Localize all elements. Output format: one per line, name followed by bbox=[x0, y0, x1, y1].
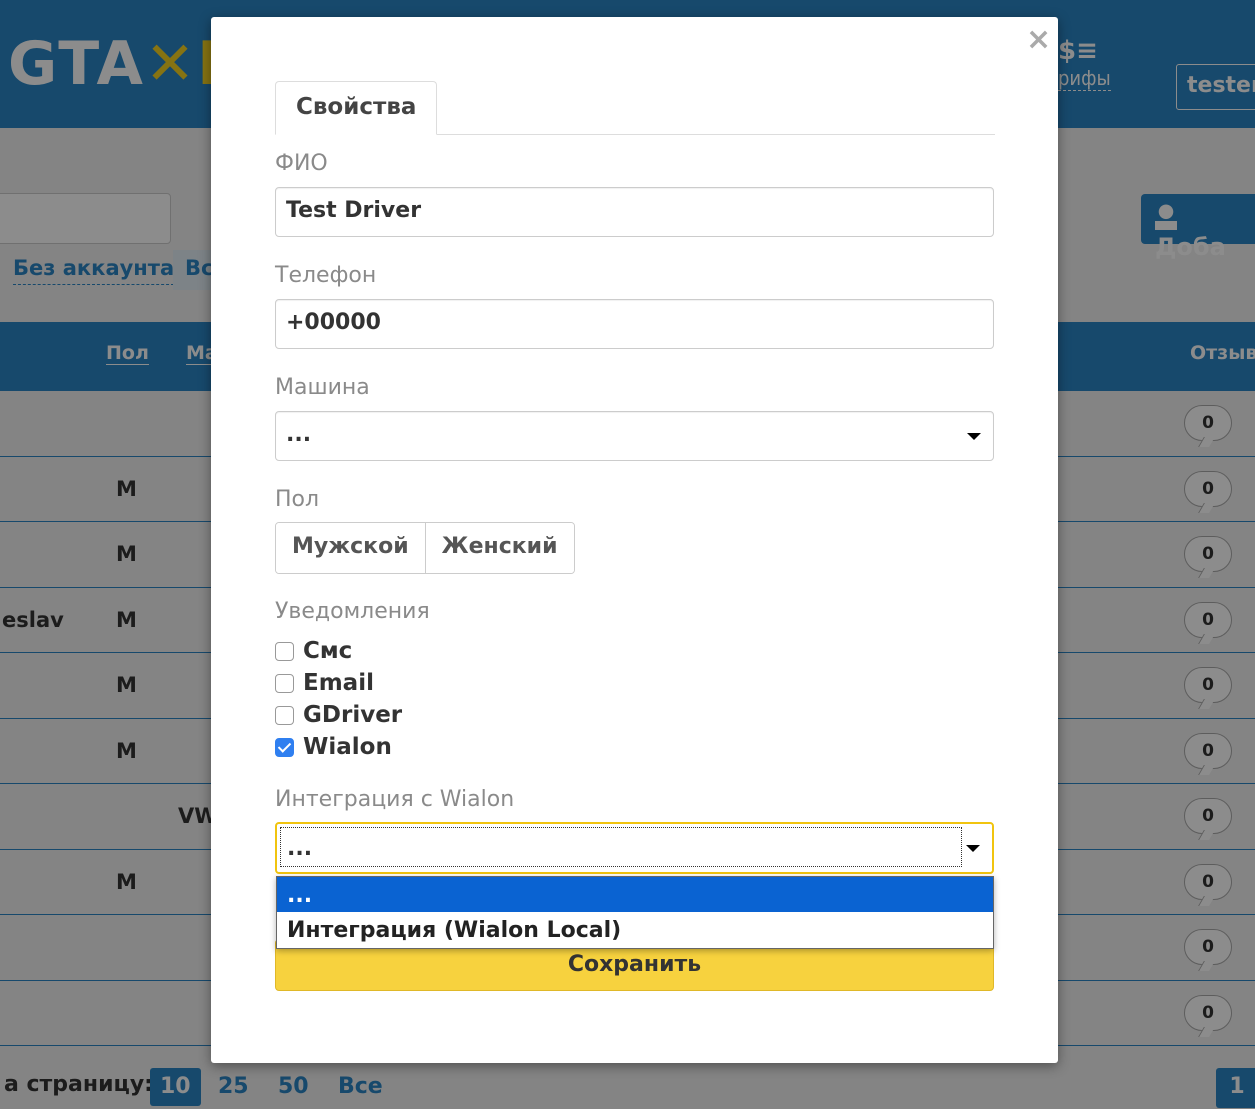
wialon-integration-dropdown: ... Интеграция (Wialon Local) bbox=[276, 876, 994, 949]
notifications-label: Уведомления bbox=[275, 599, 430, 624]
wialon-integration-select[interactable]: ... bbox=[275, 822, 994, 874]
gender-male-button[interactable]: Мужской bbox=[276, 523, 425, 573]
gender-female-button[interactable]: Женский bbox=[424, 523, 574, 573]
phone-input[interactable]: +00000 bbox=[275, 299, 994, 349]
gender-label: Пол bbox=[275, 487, 320, 512]
notify-email-label: Email bbox=[303, 670, 374, 696]
checkbox[interactable] bbox=[275, 673, 294, 693]
notify-email-checkbox[interactable]: Email bbox=[275, 668, 374, 698]
notify-wialon-checkbox[interactable]: Wialon bbox=[275, 732, 392, 762]
phone-label: Телефон bbox=[275, 263, 377, 288]
notify-sms-checkbox[interactable]: Смс bbox=[275, 636, 352, 666]
checkbox-checked[interactable] bbox=[275, 737, 294, 757]
close-icon[interactable]: × bbox=[1026, 25, 1051, 55]
fio-input[interactable]: Test Driver bbox=[275, 187, 994, 237]
checkbox[interactable] bbox=[275, 641, 294, 661]
fio-label: ФИО bbox=[275, 151, 328, 176]
notify-gdriver-label: GDriver bbox=[303, 702, 403, 728]
dropdown-option-wialon-local[interactable]: Интеграция (Wialon Local) bbox=[277, 912, 993, 947]
car-select-value: ... bbox=[286, 422, 312, 447]
checkbox[interactable] bbox=[275, 705, 294, 725]
modal-tabs: Свойства bbox=[275, 81, 995, 135]
notify-sms-label: Смс bbox=[303, 638, 353, 664]
notify-gdriver-checkbox[interactable]: GDriver bbox=[275, 700, 402, 730]
car-select[interactable]: ... bbox=[275, 411, 994, 461]
gender-button-group: Мужской Женский bbox=[275, 522, 575, 574]
chevron-down-icon bbox=[967, 433, 981, 440]
wialon-integration-label: Интеграция с Wialon bbox=[275, 787, 515, 812]
wialon-integration-value: ... bbox=[280, 827, 962, 867]
notify-wialon-label: Wialon bbox=[303, 734, 392, 760]
chevron-down-icon bbox=[966, 845, 980, 852]
tab-properties[interactable]: Свойства bbox=[275, 81, 438, 135]
dropdown-option-empty[interactable]: ... bbox=[277, 877, 993, 912]
car-label: Машина bbox=[275, 375, 370, 400]
